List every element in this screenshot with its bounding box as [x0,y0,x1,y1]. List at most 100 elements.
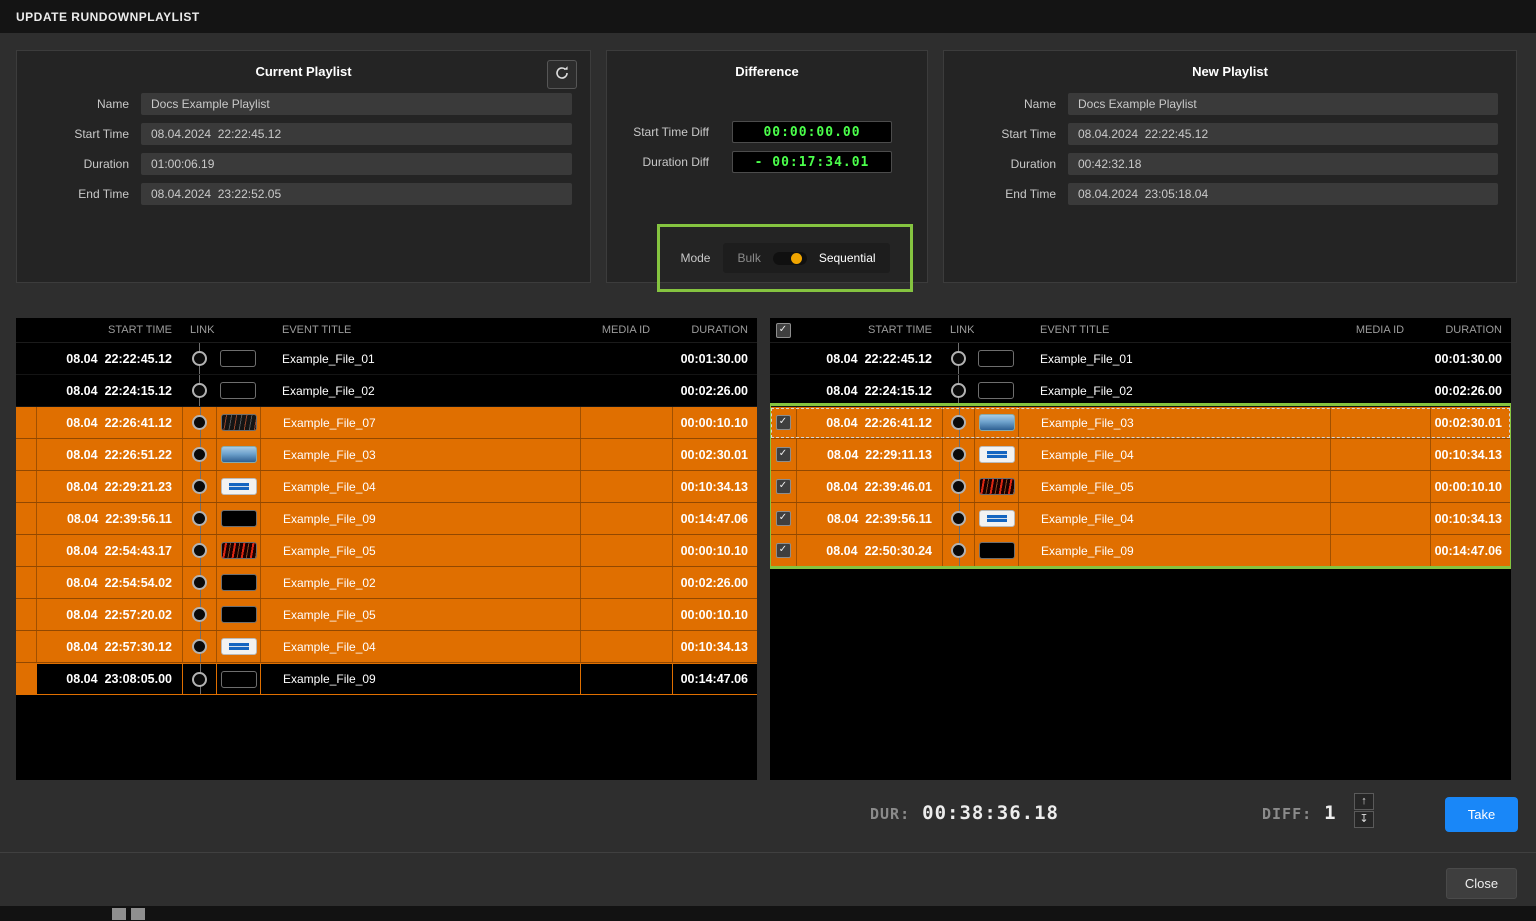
select-all-checkbox[interactable]: ✓ [776,323,791,338]
row-checkbox[interactable]: ✓ [776,415,791,430]
duration-cell: 00:02:26.00 [672,375,757,406]
media-id-cell [1330,407,1430,438]
row-change-marker [16,631,36,662]
playlist-row[interactable]: ✓08.0422:39:46.01Example_File_0500:00:10… [770,471,1511,503]
field-value[interactable]: 00:42:32.18 [1068,153,1498,175]
link-node-icon [951,383,966,398]
start-time: 22:39:46.01 [865,480,932,494]
start-date: 08.04 [826,352,857,366]
field-value[interactable]: Docs Example Playlist [1068,93,1498,115]
playlist-row[interactable]: 08.0423:08:05.00Example_File_0900:14:47.… [16,663,757,695]
field-value[interactable]: 08.04.2024 23:22:52.05 [141,183,572,205]
start-time: 22:39:56.11 [865,512,932,526]
field-value[interactable]: 01:00:06.19 [141,153,572,175]
lcd-display: 00:00:00.00 [732,121,892,143]
duration-cell: 00:01:30.00 [1430,343,1511,374]
refresh-button[interactable] [547,60,577,89]
playlist-row[interactable]: ✓08.0422:50:30.24Example_File_0900:14:47… [770,535,1511,567]
row-change-marker [16,664,36,694]
link-node-icon [192,415,207,430]
playlist-row[interactable]: 08.0422:26:41.12Example_File_0700:00:10.… [16,407,757,439]
thumbnail-icon [221,671,257,688]
field-row: NameDocs Example Playlist [944,93,1516,115]
mode-toggle[interactable]: Bulk Sequential [723,243,889,273]
dialog-title: UPDATE RUNDOWNPLAYLIST [16,10,200,24]
row-select-cell [770,375,796,406]
start-time: 22:29:11.13 [865,448,932,462]
selected-duration-readout: DUR: 00:38:36.18 [870,802,1059,824]
playlist-row[interactable]: ✓08.0422:39:56.11Example_File_0400:10:34… [770,503,1511,535]
start-time-cell: 08.0422:22:45.12 [796,343,942,374]
playlist-row[interactable]: 08.0422:54:43.17Example_File_0500:00:10.… [16,535,757,567]
field-value[interactable]: 08.04.2024 23:05:18.04 [1068,183,1498,205]
mode-switch-icon[interactable] [773,252,807,265]
diff-value: 1 [1324,802,1336,824]
playlist-row[interactable]: 08.0422:22:45.12Example_File_0100:01:30.… [770,343,1511,375]
row-change-marker [16,567,36,598]
thumbnail-cell [974,439,1018,470]
link-cell [942,375,974,406]
media-id-cell [1330,343,1430,374]
row-change-marker [16,503,36,534]
dur-label: DUR: [870,805,910,823]
thumbnail-cell [216,375,260,406]
event-title-cell: Example_File_04 [260,471,580,502]
playlist-row[interactable]: 08.0422:26:51.22Example_File_0300:02:30.… [16,439,757,471]
jump-up-button[interactable]: ↑ [1354,793,1374,810]
playlist-row[interactable]: ✓08.0422:26:41.12Example_File_0300:02:30… [770,407,1511,439]
link-cell [182,407,216,438]
media-id-cell [1330,471,1430,502]
thumbnail-cell [216,535,260,566]
taskbar-fragment [131,908,145,920]
row-change-marker [16,439,36,470]
media-id-cell [580,567,672,598]
refresh-icon [554,65,570,84]
take-button[interactable]: Take [1445,797,1518,832]
start-date: 08.04 [66,640,97,654]
field-label: Duration [17,157,141,171]
thumbnail-cell [974,343,1018,374]
link-node-icon [192,672,207,687]
playlist-row[interactable]: ✓08.0422:29:11.13Example_File_0400:10:34… [770,439,1511,471]
playlist-row[interactable]: 08.0422:57:20.02Example_File_0500:00:10.… [16,599,757,631]
row-change-marker [16,407,36,438]
jump-down-button[interactable]: ↧ [1354,811,1374,828]
row-checkbox[interactable]: ✓ [776,511,791,526]
link-node-icon [951,415,966,430]
playlist-row[interactable]: 08.0422:39:56.11Example_File_0900:14:47.… [16,503,757,535]
link-cell [182,631,216,662]
start-time-cell: 08.0423:08:05.00 [36,664,182,694]
field-value[interactable]: 08.04.2024 22:22:45.12 [141,123,572,145]
field-row: Duration00:42:32.18 [944,153,1516,175]
duration-cell: 00:10:34.13 [672,471,757,502]
event-title-cell: Example_File_05 [1018,471,1330,502]
playlist-row[interactable]: 08.0422:29:21.23 Example_File_04 00:10:34.… [16,471,757,503]
thumbnail-icon [221,478,257,495]
playlist-row[interactable]: 08.0422:24:15.12Example_File_0200:02:26.… [16,375,757,407]
field-value[interactable]: Docs Example Playlist [141,93,572,115]
start-time-cell: 08.0422:57:30.12 [36,631,182,662]
start-time: 22:24:15.12 [105,384,172,398]
field-value[interactable]: 08.04.2024 22:22:45.12 [1068,123,1498,145]
playlist-row[interactable]: 08.0422:57:30.12Example_File_0400:10:34.… [16,631,757,663]
header-select-cell: ✓ [770,318,796,342]
close-button[interactable]: Close [1446,868,1517,899]
start-time-cell: 08.0422:24:15.12 [796,375,942,406]
start-time-cell: 08.0422:29:21.23 [36,471,182,502]
thumbnail-icon [221,638,257,655]
link-node-icon [951,447,966,462]
row-checkbox[interactable]: ✓ [776,447,791,462]
mode-option-bulk[interactable]: Bulk [737,251,760,265]
link-node-icon [192,511,207,526]
playlist-row[interactable]: 08.0422:54:54.02Example_File_0200:02:26.… [16,567,757,599]
new-playlist-panel: New Playlist NameDocs Example PlaylistSt… [943,50,1517,283]
duration-cell: 00:02:30.01 [1430,407,1511,438]
link-cell [182,535,216,566]
playlist-row[interactable]: 08.0422:22:45.12Example_File_0100:01:30.… [16,343,757,375]
row-checkbox[interactable]: ✓ [776,479,791,494]
row-select-cell: ✓ [770,439,796,470]
mode-option-sequential[interactable]: Sequential [819,251,876,265]
field-row: End Time08.04.2024 23:22:52.05 [17,183,590,205]
row-checkbox[interactable]: ✓ [776,543,791,558]
playlist-row[interactable]: 08.0422:24:15.12Example_File_0200:02:26.… [770,375,1511,407]
